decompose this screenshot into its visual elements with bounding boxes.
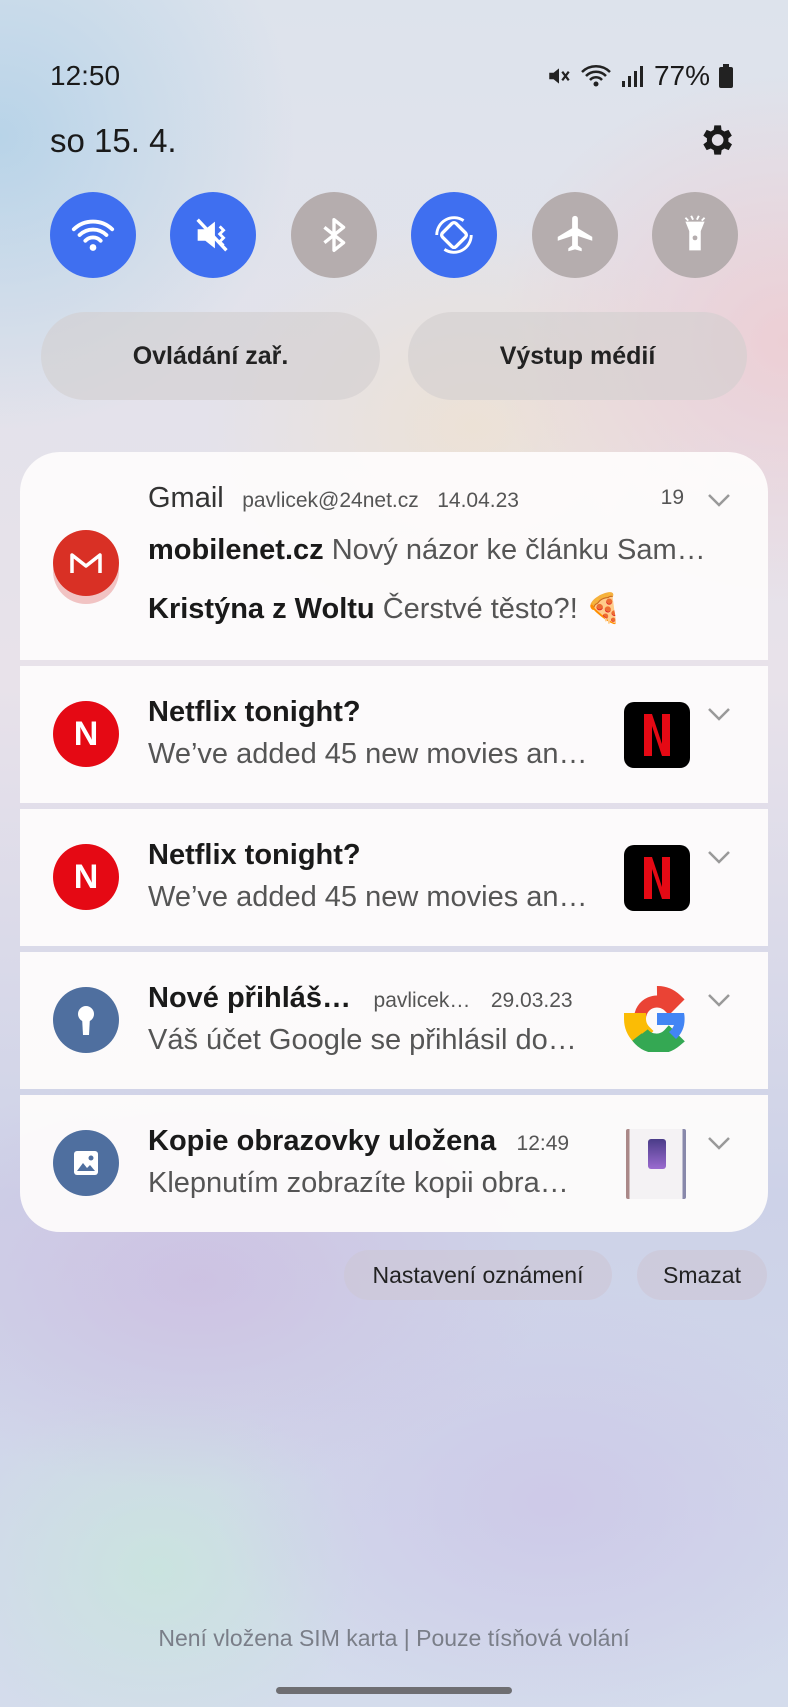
gmail-account: pavlicek@24net.cz [242,489,419,512]
screenshot-title: Kopie obrazovky uložena [148,1125,497,1157]
airplane-icon [557,215,592,252]
settings-gear-icon[interactable] [696,120,736,160]
notification-list: Gmail pavlicek@24net.cz 14.04.23 19 mobi… [20,452,768,1238]
netflix-app-icon: N [53,701,119,767]
google-thumbnail [623,986,690,1054]
wifi-status-icon [581,65,611,87]
chevron-down-icon[interactable] [706,849,732,865]
netflix-app-icon: N [53,844,119,910]
wifi-icon [71,219,115,251]
flashlight-toggle[interactable] [651,192,738,278]
notification-gmail[interactable]: Gmail pavlicek@24net.cz 14.04.23 19 mobi… [20,452,768,660]
gmail-line2-sender: Kristýna z Woltu [148,593,375,625]
sim-status-text: Není vložena SIM karta | Pouze tísňová v… [158,1625,630,1651]
gmail-line-1: mobilenet.cz Nový názor ke článku Sam… [148,534,748,567]
notification-netflix[interactable]: N Netflix tonight? We’ve added 45 new mo… [20,809,768,946]
gallery-app-icon [53,1130,119,1196]
gmail-app-icon [53,530,119,596]
airplane-toggle[interactable] [531,192,618,278]
google-date: 29.03.23 [490,989,573,1012]
gmail-logo-icon [70,553,102,573]
wifi-toggle[interactable] [50,192,136,278]
screenshot-time: 12:49 [516,1132,570,1155]
netflix-text: We’ve added 45 new movies an… [148,881,588,913]
google-account: pavlicek… [373,989,471,1012]
bluetooth-icon [323,217,346,253]
netflix-text: We’ve added 45 new movies an… [148,738,588,770]
netflix-logo-icon [644,714,670,756]
keyhole-icon [78,1006,94,1035]
battery-icon [719,64,733,88]
bluetooth-toggle[interactable] [290,192,377,278]
gmail-line2-text: Čerstvé těsto?! 🍕 [382,593,622,625]
netflix-title: Netflix tonight? [148,839,361,871]
chevron-down-icon[interactable] [706,492,732,508]
notification-screenshot[interactable]: Kopie obrazovky uložena 12:49 Klepnutím … [20,1095,768,1232]
auto-rotate-toggle[interactable] [411,192,498,278]
navigation-handle[interactable] [276,1687,512,1694]
media-output-button[interactable]: Výstup médií [408,312,747,400]
gmail-line1-sender: mobilenet.cz [148,534,324,566]
gmail-line1-text: Nový názor ke článku Sam… [331,534,706,566]
mute-icon [196,218,229,252]
quick-settings-row [50,192,738,278]
device-control-button[interactable]: Ovládání zař. [41,312,380,400]
notification-netflix[interactable]: N Netflix tonight? We’ve added 45 new mo… [20,666,768,803]
gmail-app-name: Gmail [148,482,224,514]
status-time: 12:50 [50,60,121,91]
signal-status-icon [621,66,643,87]
sound-mute-toggle[interactable] [170,192,257,278]
gmail-date: 14.04.23 [437,489,519,512]
gmail-line-2: Kristýna z Woltu Čerstvé těsto?! 🍕 [148,592,748,626]
image-icon [74,1151,98,1175]
screenshot-thumbnail [626,1129,686,1199]
google-title: Nové přihláš… [148,982,352,1014]
netflix-thumbnail [624,702,690,768]
netflix-logo-icon [644,857,670,899]
chevron-down-icon[interactable] [706,1135,732,1151]
google-g-logo-icon [623,986,685,1054]
flashlight-icon [684,215,706,251]
date-label: so 15. 4. [50,122,177,159]
screenshot-text: Klepnutím zobrazíte kopii obra… [148,1167,569,1199]
clear-all-button[interactable]: Smazat [637,1250,767,1300]
mute-status-icon [549,68,570,84]
battery-percent: 77% [653,60,710,91]
netflix-title: Netflix tonight? [148,696,361,728]
security-app-icon [53,987,119,1053]
notification-settings-button[interactable]: Nastavení oznámení [344,1250,612,1300]
gmail-count: 19 [660,486,684,509]
google-text: Váš účet Google se přihlásil do… [148,1024,577,1056]
status-icons: 77% [546,60,734,92]
notification-google-signin[interactable]: Nové přihláš… pavlicek… 29.03.23 Váš úče… [20,952,768,1089]
chevron-down-icon[interactable] [706,706,732,722]
netflix-thumbnail [624,845,690,911]
chevron-down-icon[interactable] [706,992,732,1008]
auto-rotate-icon [435,216,473,254]
